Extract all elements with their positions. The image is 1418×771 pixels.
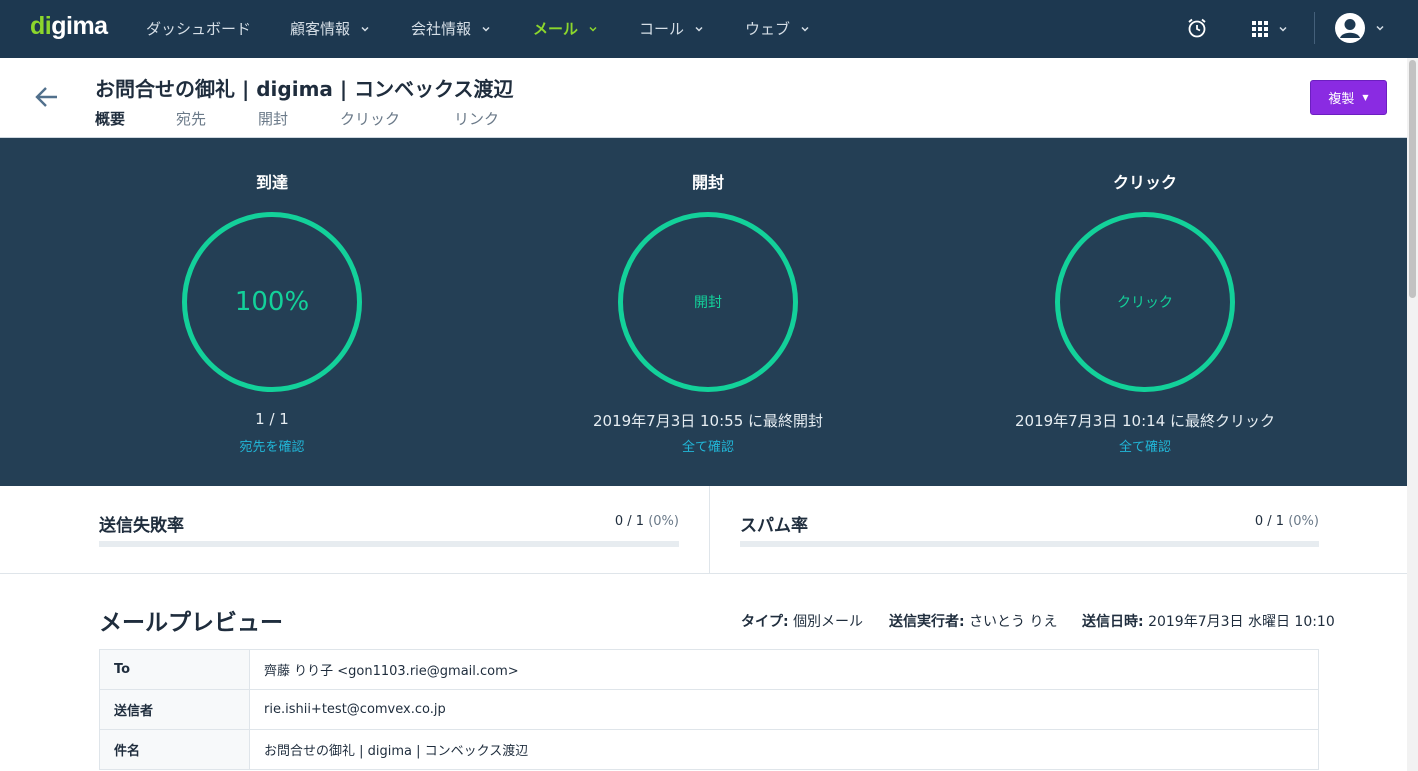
view-all-opens-link[interactable]: 全て確認 bbox=[558, 436, 858, 455]
nav-divider bbox=[1314, 12, 1315, 44]
meta-value: 2019年7月3日 水曜日 10:10 bbox=[1148, 614, 1335, 630]
mail-preview-title: メールプレビュー bbox=[99, 610, 283, 636]
row-value: 齊藤 りり子 <gon1103.rie@gmail.com> bbox=[249, 649, 1319, 690]
stat-subtext: 2019年7月3日 10:55 に最終開封 bbox=[592, 412, 824, 430]
nav-item-label: 顧客情報 bbox=[290, 20, 351, 38]
rates-divider bbox=[709, 486, 710, 574]
rate-percent: (0%) bbox=[1288, 514, 1319, 529]
meta-label: 送信実行者: bbox=[889, 614, 965, 630]
spam-rate-title: スパム率 bbox=[740, 516, 808, 536]
tab-recipients[interactable]: 宛先 bbox=[176, 108, 206, 137]
row-value: お問合せの御礼 | digima | コンベックス渡辺 bbox=[249, 729, 1319, 770]
view-recipients-link[interactable]: 宛先を確認 bbox=[122, 436, 422, 455]
stat-ring: 開封 bbox=[618, 212, 798, 392]
apps-grid-icon bbox=[1252, 21, 1268, 37]
nav-item-label: 会社情報 bbox=[411, 20, 472, 38]
failure-rate-bar bbox=[99, 541, 679, 547]
chevron-down-icon bbox=[361, 26, 369, 32]
logo-rest: gima bbox=[51, 12, 108, 40]
chevron-down-icon bbox=[1376, 25, 1384, 31]
stat-ring-label: 100% bbox=[234, 287, 310, 317]
user-menu[interactable] bbox=[1334, 12, 1385, 44]
meta-sender-user: 送信実行者: さいとう りえ bbox=[889, 611, 1058, 631]
page-title: お問合せの御礼 | digima | コンベックス渡辺 bbox=[95, 77, 514, 101]
chevron-down-icon bbox=[589, 26, 597, 32]
top-nav-bar: digima ダッシュボード 顧客情報 会社情報 メール コール ウェブ bbox=[0, 0, 1418, 58]
tab-overview[interactable]: 概要 bbox=[95, 108, 126, 140]
caret-down-icon: ▼ bbox=[1362, 93, 1369, 102]
mail-header-table: To 齊藤 りり子 <gon1103.rie@gmail.com> 送信者 ri… bbox=[99, 649, 1319, 770]
table-row: To 齊藤 りり子 <gon1103.rie@gmail.com> bbox=[99, 649, 1319, 690]
meta-value: 個別メール bbox=[793, 614, 864, 630]
rate-count: 0 / 1 bbox=[1254, 514, 1285, 529]
nav-item-label: ダッシュボード bbox=[146, 20, 252, 38]
rate-count: 0 / 1 bbox=[614, 514, 645, 529]
row-key: 送信者 bbox=[99, 689, 250, 730]
chevron-down-icon bbox=[482, 26, 490, 32]
stat-ring: 100% bbox=[182, 212, 362, 392]
nav-item-label: ウェブ bbox=[745, 20, 791, 38]
tab-clicks[interactable]: クリック bbox=[340, 108, 400, 137]
stat-title: 開封 bbox=[691, 173, 724, 192]
failure-rate-value: 0 / 1 (0%) bbox=[560, 514, 679, 529]
table-row: 送信者 rie.ishii+test@comvex.co.jp bbox=[99, 689, 1319, 730]
stats-panel: 到達 100% 1 / 1 宛先を確認 開封 開封 2019年7月3日 10:5… bbox=[0, 137, 1407, 486]
chevron-down-icon bbox=[801, 26, 809, 32]
rate-percent: (0%) bbox=[648, 514, 679, 529]
nav-item-customers[interactable]: 顧客情報 bbox=[290, 18, 370, 39]
row-key: 件名 bbox=[99, 729, 250, 770]
meta-label: タイプ: bbox=[741, 614, 789, 630]
stat-ring-label: 開封 bbox=[694, 295, 722, 311]
meta-type: タイプ: 個別メール bbox=[741, 611, 863, 631]
nav-item-companies[interactable]: 会社情報 bbox=[411, 18, 491, 39]
back-arrow-icon[interactable] bbox=[34, 84, 60, 110]
table-row: 件名 お問合せの御礼 | digima | コンベックス渡辺 bbox=[99, 729, 1319, 770]
nav-item-label: コール bbox=[639, 20, 685, 38]
tab-opens[interactable]: 開封 bbox=[258, 108, 288, 137]
view-all-clicks-link[interactable]: 全て確認 bbox=[995, 436, 1295, 455]
stat-subtext: 1 / 1 bbox=[255, 410, 289, 428]
meta-sent-at: 送信日時: 2019年7月3日 水曜日 10:10 bbox=[1082, 611, 1335, 631]
meta-value: さいとう りえ bbox=[969, 614, 1058, 630]
user-avatar-icon bbox=[1335, 13, 1365, 43]
tab-links[interactable]: リンク bbox=[454, 108, 499, 137]
nav-item-label: メール bbox=[533, 20, 579, 38]
spam-rate-bar bbox=[740, 541, 1319, 547]
nav-item-web[interactable]: ウェブ bbox=[745, 18, 810, 39]
duplicate-button[interactable]: 複製 ▼ bbox=[1310, 80, 1387, 115]
stat-ring-label: クリック bbox=[1117, 295, 1173, 311]
row-key: To bbox=[99, 649, 250, 690]
nav-item-call[interactable]: コール bbox=[639, 18, 704, 39]
nav-item-mail[interactable]: メール bbox=[533, 18, 598, 39]
alarm-clock-icon[interactable] bbox=[1186, 17, 1208, 39]
digima-logo[interactable]: digima bbox=[30, 12, 108, 41]
stat-ring: クリック bbox=[1055, 212, 1235, 392]
chevron-down-icon bbox=[695, 26, 703, 32]
scrollbar-thumb[interactable] bbox=[1409, 60, 1416, 298]
spam-rate-value: 0 / 1 (0%) bbox=[1200, 514, 1319, 529]
nav-item-dashboard[interactable]: ダッシュボード bbox=[146, 18, 251, 39]
logo-prefix: d bbox=[30, 12, 45, 40]
stat-title: 到達 bbox=[255, 173, 288, 192]
stat-title: クリック bbox=[1112, 173, 1177, 192]
duplicate-button-label: 複製 bbox=[1328, 92, 1355, 107]
failure-rate-title: 送信失敗率 bbox=[99, 516, 184, 536]
meta-label: 送信日時: bbox=[1082, 614, 1144, 630]
apps-menu[interactable] bbox=[1251, 19, 1295, 39]
rates-section: 送信失敗率 0 / 1 (0%) スパム率 0 / 1 (0%) bbox=[0, 486, 1407, 574]
stat-subtext: 2019年7月3日 10:14 に最終クリック bbox=[1014, 412, 1276, 430]
row-value: rie.ishii+test@comvex.co.jp bbox=[249, 689, 1319, 730]
chevron-down-icon bbox=[1279, 26, 1287, 32]
